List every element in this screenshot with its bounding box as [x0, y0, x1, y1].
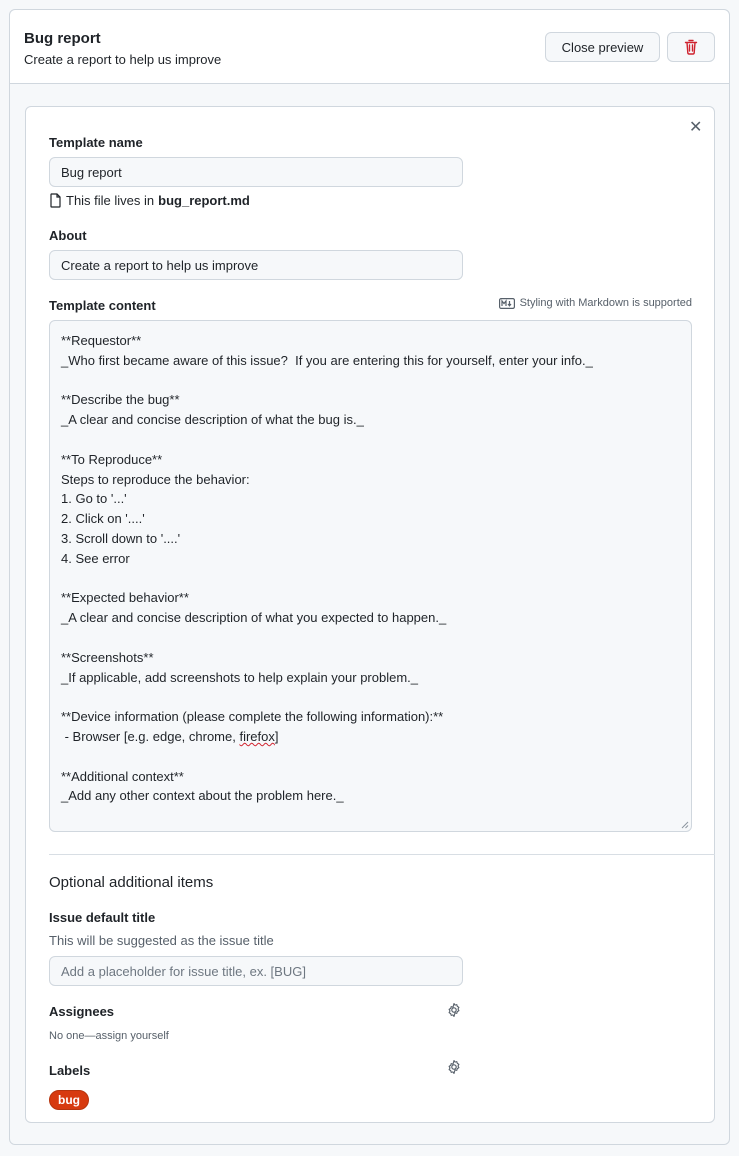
template-name-label: Template name	[49, 135, 143, 150]
close-preview-button[interactable]: Close preview	[545, 32, 660, 62]
content-line	[61, 687, 680, 707]
about-input[interactable]: Create a report to help us improve	[49, 250, 463, 280]
labels-gear-icon[interactable]	[446, 1059, 462, 1075]
file-location-note: This file lives in bug_report.md	[49, 193, 250, 208]
optional-section-title: Optional additional items	[49, 874, 214, 891]
misspelled-word: firefox	[239, 728, 275, 744]
assignees-gear-icon[interactable]	[446, 1002, 462, 1018]
template-form-card: ✕ Template name Bug report This file liv…	[25, 106, 715, 1123]
file-name: bug_report.md	[158, 193, 250, 208]
content-line: 3. Scroll down to '....'	[61, 530, 181, 546]
content-line	[61, 569, 680, 589]
content-line-browser: - Browser [e.g. edge, chrome, firefox]	[61, 728, 279, 744]
issue-title-input[interactable]: Add a placeholder for issue title, ex. […	[49, 956, 463, 986]
content-line: **Device information (please complete th…	[61, 709, 444, 725]
assignees-value[interactable]: No one—assign yourself	[49, 1030, 169, 1042]
content-line: **Additional context**	[61, 768, 184, 784]
issue-title-help: This will be suggested as the issue titl…	[49, 933, 274, 948]
content-line	[61, 371, 680, 391]
content-line	[61, 430, 680, 450]
assignees-label: Assignees	[49, 1004, 115, 1019]
content-line: _Add any other context about the problem…	[61, 788, 344, 804]
about-label: About	[49, 228, 87, 243]
markdown-support-note: Styling with Markdown is supported	[498, 297, 692, 309]
template-content-label: Template content	[49, 298, 156, 313]
markdown-note-text: Styling with Markdown is supported	[519, 297, 692, 309]
template-name-input[interactable]: Bug report	[49, 157, 463, 187]
content-line: _A clear and concise description of what…	[61, 412, 364, 428]
resize-handle-icon[interactable]	[681, 821, 689, 829]
content-line: 2. Click on '....'	[61, 511, 145, 527]
close-icon[interactable]: ✕	[689, 117, 702, 137]
panel-header: Bug report Create a report to help us im…	[10, 10, 729, 84]
section-divider	[49, 854, 715, 855]
content-line: **Screenshots**	[61, 649, 154, 665]
content-line: _A clear and concise description of what…	[61, 610, 447, 626]
content-line: **Expected behavior**	[61, 590, 189, 606]
content-line: **To Reproduce**	[61, 451, 163, 467]
content-line: _If applicable, add screenshots to help …	[61, 669, 418, 685]
content-line: Steps to reproduce the behavior:	[61, 471, 250, 487]
labels-label: Labels	[49, 1063, 91, 1078]
file-icon	[50, 193, 61, 208]
delete-template-button[interactable]	[667, 32, 715, 62]
content-line: **Requestor**	[61, 333, 142, 348]
template-subtitle: Create a report to help us improve	[24, 52, 222, 67]
template-content-textarea[interactable]: **Requestor** _Who first became aware of…	[49, 320, 692, 832]
content-line	[61, 747, 680, 767]
content-line: **Describe the bug**	[61, 392, 180, 408]
markdown-icon	[498, 297, 515, 309]
content-line: 4. See error	[61, 550, 130, 566]
content-line: _Who first became aware of this issue? I…	[61, 352, 593, 368]
trash-icon	[684, 39, 698, 55]
content-line: 1. Go to '...'	[61, 491, 127, 507]
template-title: Bug report	[24, 30, 101, 47]
template-editor-panel: Bug report Create a report to help us im…	[9, 9, 730, 1145]
content-line	[61, 628, 680, 648]
label-badge-bug[interactable]: bug	[49, 1090, 89, 1110]
file-note-prefix: This file lives in	[66, 193, 155, 208]
issue-title-label: Issue default title	[49, 910, 156, 925]
